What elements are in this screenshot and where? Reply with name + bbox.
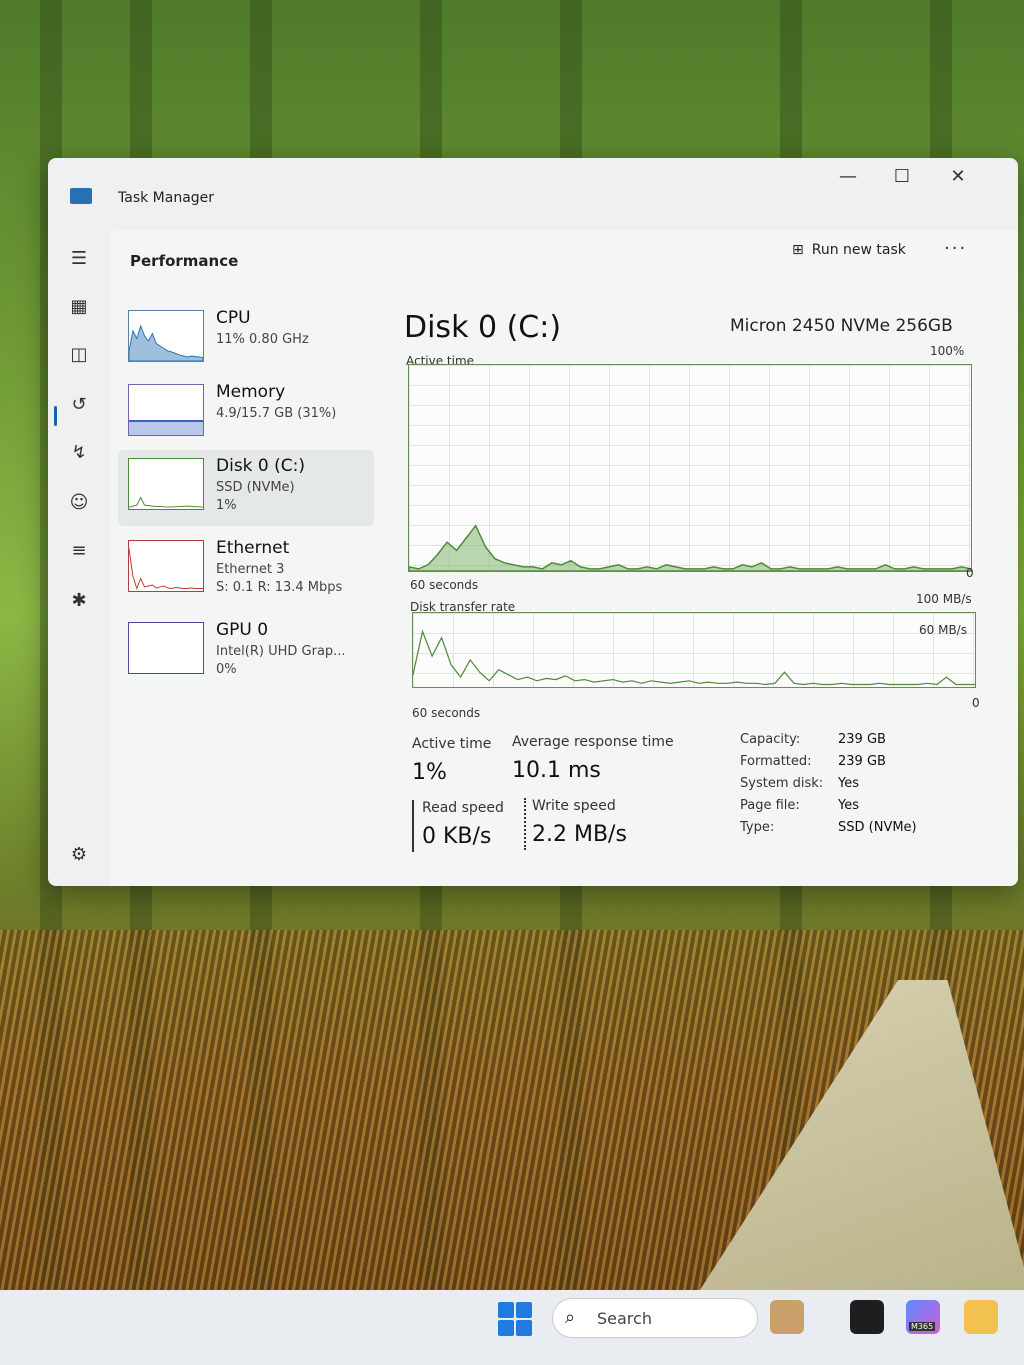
processes-icon[interactable]: ▦ <box>62 290 96 324</box>
system-disk-label: System disk: <box>740 776 824 791</box>
gpu-name: GPU 0 <box>216 620 269 640</box>
widgets-icon[interactable] <box>770 1300 804 1334</box>
task-view-icon[interactable] <box>850 1300 884 1334</box>
disk-model: Micron 2450 NVMe 256GB <box>730 316 953 336</box>
m365-label: M365 <box>909 1322 936 1331</box>
run-new-task-button[interactable]: ⊞ Run new task <box>792 242 906 258</box>
type-value: SSD (NVMe) <box>838 820 917 835</box>
transfer-rate-plot <box>412 629 975 686</box>
title-bar[interactable]: Task Manager — ☐ ✕ <box>48 158 1018 218</box>
task-manager-window: Task Manager — ☐ ✕ ☰ ▦ ◫ ↺ ↯ ☺ ≡ ✱ ⚙ Per… <box>48 158 1018 886</box>
disk-usage: 1% <box>216 498 237 513</box>
transfer-rate-max-label: 100 MB/s <box>916 592 972 606</box>
run-task-icon: ⊞ <box>792 242 804 258</box>
memory-stats: 4.9/15.7 GB (31%) <box>216 406 337 421</box>
m365-icon[interactable]: M365 <box>906 1300 940 1334</box>
sidebar-item-cpu[interactable]: CPU 11% 0.80 GHz <box>118 302 374 378</box>
minimize-button[interactable]: — <box>830 162 866 192</box>
task-manager-app-icon <box>70 188 92 204</box>
taskbar: ⌕ Search M365 <box>0 1290 1024 1365</box>
users-icon[interactable]: ☺ <box>62 486 96 520</box>
performance-content: Performance ⊞ Run new task ··· CPU 11% 0… <box>110 230 1018 886</box>
formatted-label: Formatted: <box>740 754 812 769</box>
window-title: Task Manager <box>118 190 215 206</box>
active-time-stat-value: 1% <box>412 760 447 785</box>
taskbar-search-box[interactable]: ⌕ Search <box>552 1298 758 1338</box>
file-explorer-icon[interactable] <box>964 1300 998 1334</box>
disk-detail-title: Disk 0 (C:) <box>404 310 562 345</box>
write-speed-value: 2.2 MB/s <box>532 822 627 847</box>
run-new-task-label: Run new task <box>811 242 906 258</box>
disk-type: SSD (NVMe) <box>216 480 295 495</box>
ethernet-adapter: Ethernet 3 <box>216 562 285 577</box>
more-options-button[interactable]: ··· <box>944 238 967 259</box>
services-icon[interactable]: ✱ <box>62 584 96 618</box>
transfer-rate-mid-label: 60 MB/s <box>919 623 967 637</box>
read-speed-label: Read speed <box>422 800 504 816</box>
sidebar-item-disk[interactable]: Disk 0 (C:) SSD (NVMe) 1% <box>118 450 374 526</box>
memory-name: Memory <box>216 382 286 402</box>
hamburger-icon[interactable]: ☰ <box>62 242 96 276</box>
type-label: Type: <box>740 820 775 835</box>
maximize-button[interactable]: ☐ <box>884 162 920 192</box>
memory-usage-fill <box>129 419 203 435</box>
cpu-name: CPU <box>216 308 251 328</box>
details-icon[interactable]: ≡ <box>62 534 96 568</box>
active-time-max-label: 100% <box>930 344 965 358</box>
sidebar-item-gpu[interactable]: GPU 0 Intel(R) UHD Grap... 0% <box>118 614 374 690</box>
search-icon: ⌕ <box>565 1307 576 1328</box>
performance-icon[interactable]: ◫ <box>62 338 96 372</box>
ethernet-throughput: S: 0.1 R: 13.4 Mbps <box>216 580 343 595</box>
memory-thumbnail-graph <box>128 384 204 436</box>
nav-active-indicator <box>54 406 57 426</box>
ethernet-name: Ethernet <box>216 538 290 558</box>
cpu-stats: 11% 0.80 GHz <box>216 332 309 347</box>
read-speed-value: 0 KB/s <box>422 824 492 849</box>
page-file-label: Page file: <box>740 798 800 813</box>
search-placeholder: Search <box>597 1309 652 1328</box>
formatted-value: 239 GB <box>838 754 886 769</box>
transfer-rate-graph: 60 MB/s <box>412 612 976 688</box>
gpu-usage: 0% <box>216 662 237 677</box>
disk-name: Disk 0 (C:) <box>216 456 306 476</box>
capacity-label: Capacity: <box>740 732 801 747</box>
settings-icon[interactable]: ⚙ <box>62 838 96 872</box>
active-time-graph-duration: 60 seconds <box>410 578 479 592</box>
system-disk-value: Yes <box>838 776 859 791</box>
sidebar-item-ethernet[interactable]: Ethernet Ethernet 3 S: 0.1 R: 13.4 Mbps <box>118 532 374 608</box>
sidebar-item-memory[interactable]: Memory 4.9/15.7 GB (31%) <box>118 376 374 452</box>
nav-rail: ☰ ▦ ◫ ↺ ↯ ☺ ≡ ✱ ⚙ <box>48 218 108 886</box>
transfer-graph-duration: 60 seconds <box>412 706 481 720</box>
active-time-plot <box>408 524 972 572</box>
active-time-graph-zero: 0 <box>966 566 974 580</box>
avg-response-value: 10.1 ms <box>512 758 601 783</box>
page-file-value: Yes <box>838 798 859 813</box>
write-speed-label: Write speed <box>532 798 616 814</box>
app-history-icon[interactable]: ↺ <box>62 388 96 422</box>
active-time-stat-label: Active time <box>412 736 492 752</box>
disk-thumbnail-graph <box>128 458 204 510</box>
write-speed-bar <box>524 798 526 850</box>
close-button[interactable]: ✕ <box>940 162 976 192</box>
read-speed-bar <box>412 800 414 852</box>
transfer-graph-zero: 0 <box>972 696 980 710</box>
gpu-model: Intel(R) UHD Grap... <box>216 644 346 659</box>
cpu-thumbnail-graph <box>128 310 204 362</box>
startup-apps-icon[interactable]: ↯ <box>62 436 96 470</box>
gpu-thumbnail-graph <box>128 622 204 674</box>
avg-response-label: Average response time <box>512 734 674 750</box>
start-button-icon[interactable] <box>498 1302 532 1336</box>
active-time-graph <box>408 364 972 572</box>
capacity-value: 239 GB <box>838 732 886 747</box>
ethernet-thumbnail-graph <box>128 540 204 592</box>
page-title: Performance <box>130 252 239 270</box>
